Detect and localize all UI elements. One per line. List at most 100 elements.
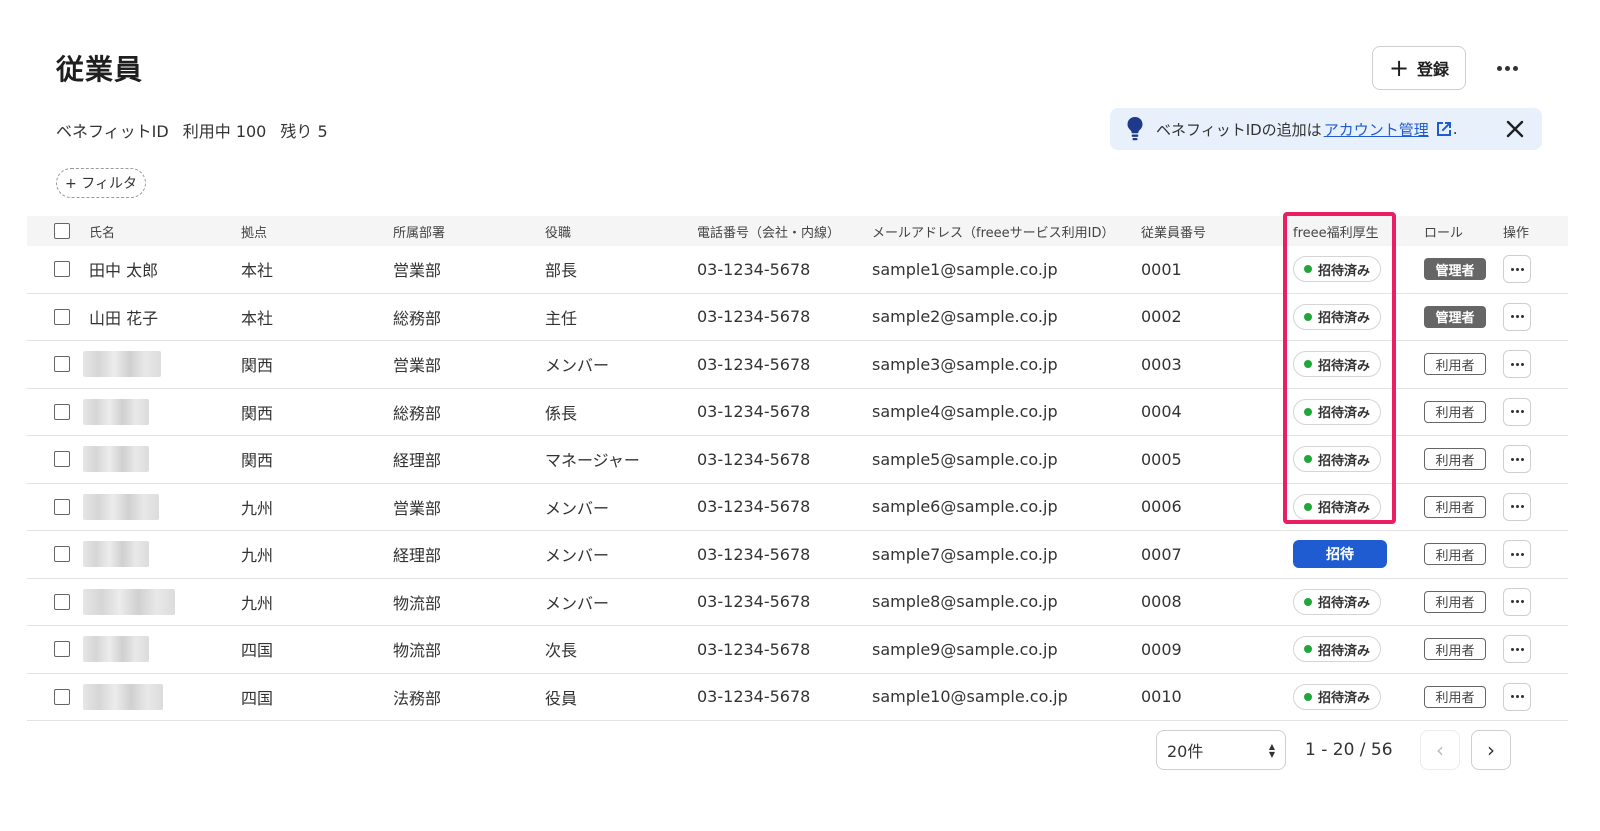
employee-name[interactable]: 山田 花子 <box>89 305 158 329</box>
invited-status-badge: 招待済み <box>1293 303 1382 330</box>
row-actions-button[interactable] <box>1503 302 1531 331</box>
invite-button[interactable]: 招待 <box>1293 540 1387 569</box>
table-row[interactable]: 関西 経理部 マネージャー 03-1234-5678 sample5@sampl… <box>27 436 1568 484</box>
per-page-value: 20件 <box>1167 742 1204 761</box>
role-badge: 管理者 <box>1424 305 1486 328</box>
table-row[interactable]: 四国 物流部 次長 03-1234-5678 sample9@sample.co… <box>27 626 1568 674</box>
row-actions-button[interactable] <box>1503 587 1531 616</box>
header-phone[interactable]: 電話番号（会社・内線） <box>697 222 840 241</box>
employee-table: 氏名 拠点 所属部署 役職 電話番号（会社・内線） メールアドレス（freeeサ… <box>27 216 1568 721</box>
employee-mail: sample2@sample.co.jp <box>872 307 1058 327</box>
employee-base: 四国 <box>241 688 274 708</box>
employee-mail: sample8@sample.co.jp <box>872 592 1058 612</box>
row-actions-button[interactable] <box>1503 540 1531 569</box>
employee-phone: 03-1234-5678 <box>697 592 811 612</box>
per-page-select[interactable]: 20件 ▲ ▼ <box>1156 730 1286 770</box>
row-checkbox[interactable] <box>54 261 70 278</box>
header-freee-benefits[interactable]: freee福利厚生 <box>1293 222 1379 241</box>
previous-page-button[interactable]: ‹ <box>1420 730 1460 770</box>
invited-status-badge: 招待済み <box>1293 636 1382 663</box>
role-badge: 利用者 <box>1424 543 1486 566</box>
employee-title: メンバー <box>545 498 610 518</box>
employee-mail: sample1@sample.co.jp <box>872 259 1058 279</box>
register-button[interactable]: + 登録 <box>1372 46 1466 90</box>
employee-name-redacted <box>83 636 149 663</box>
next-page-button[interactable]: › <box>1471 730 1511 770</box>
table-row[interactable]: 山田 花子 本社 総務部 主任 03-1234-5678 sample2@sam… <box>27 294 1568 341</box>
header-mail[interactable]: メールアドレス（freeeサービス利用ID） <box>872 222 1114 241</box>
employee-title: メンバー <box>545 593 610 613</box>
row-checkbox[interactable] <box>54 403 70 420</box>
status-label: 招待済み <box>1318 358 1371 374</box>
employee-phone: 03-1234-5678 <box>697 354 811 374</box>
header-employee-number[interactable]: 従業員番号 <box>1141 222 1206 241</box>
row-actions-button[interactable] <box>1503 397 1531 426</box>
table-row[interactable]: 九州 物流部 メンバー 03-1234-5678 sample8@sample.… <box>27 579 1568 626</box>
header-role[interactable]: ロール <box>1424 222 1463 241</box>
header-name[interactable]: 氏名 <box>89 222 115 241</box>
status-dot-icon <box>1304 692 1312 701</box>
table-row[interactable]: 四国 法務部 役員 03-1234-5678 sample10@sample.c… <box>27 674 1568 721</box>
banner-text: ベネフィットIDの追加は <box>1156 120 1322 139</box>
table-header: 氏名 拠点 所属部署 役職 電話番号（会社・内線） メールアドレス（freeeサ… <box>27 216 1568 246</box>
employee-title: 主任 <box>545 308 578 328</box>
banner-period: . <box>1452 120 1458 138</box>
row-actions-button[interactable] <box>1503 350 1531 379</box>
row-checkbox[interactable] <box>54 308 70 325</box>
invited-status-badge: 招待済み <box>1293 256 1382 283</box>
employee-dept: 総務部 <box>393 308 442 328</box>
header-dept[interactable]: 所属部署 <box>393 222 445 241</box>
status-label: 招待済み <box>1318 406 1371 422</box>
row-checkbox[interactable] <box>54 688 70 705</box>
benefit-id-in-use: 利用中 100 <box>182 122 267 141</box>
table-row[interactable]: 九州 経理部 メンバー 03-1234-5678 sample7@sample.… <box>27 531 1568 579</box>
header-title[interactable]: 役職 <box>545 222 571 241</box>
add-filter-button[interactable]: + フィルタ <box>56 168 146 198</box>
row-checkbox[interactable] <box>54 546 70 563</box>
row-checkbox[interactable] <box>54 593 70 610</box>
row-checkbox[interactable] <box>54 498 70 515</box>
more-icon <box>1510 457 1514 461</box>
employee-name-redacted <box>83 398 149 425</box>
table-row[interactable]: 九州 営業部 メンバー 03-1234-5678 sample6@sample.… <box>27 484 1568 531</box>
row-checkbox[interactable] <box>54 451 70 468</box>
status-dot-icon <box>1304 645 1312 654</box>
employee-number: 0006 <box>1141 497 1182 517</box>
employee-mail: sample3@sample.co.jp <box>872 354 1058 374</box>
row-checkbox[interactable] <box>54 356 70 373</box>
table-row[interactable]: 田中 太郎 本社 営業部 部長 03-1234-5678 sample1@sam… <box>27 246 1568 294</box>
employee-phone: 03-1234-5678 <box>697 687 811 707</box>
row-checkbox[interactable] <box>54 641 70 658</box>
employee-base: 本社 <box>241 261 274 281</box>
status-label: 招待済み <box>1318 263 1371 279</box>
employee-number: 0007 <box>1141 544 1182 564</box>
row-actions-button[interactable] <box>1503 255 1531 284</box>
table-row[interactable]: 関西 営業部 メンバー 03-1234-5678 sample3@sample.… <box>27 341 1568 389</box>
close-icon[interactable] <box>1504 118 1526 140</box>
chevron-left-icon: ‹ <box>1436 738 1444 762</box>
status-label: 招待済み <box>1318 643 1371 659</box>
row-actions-button[interactable] <box>1503 635 1531 664</box>
employee-mail: sample10@sample.co.jp <box>872 687 1068 707</box>
row-actions-button[interactable] <box>1503 682 1531 711</box>
status-dot-icon <box>1304 265 1312 274</box>
employee-mail: sample9@sample.co.jp <box>872 639 1058 659</box>
row-actions-button[interactable] <box>1503 492 1531 521</box>
employee-mail: sample4@sample.co.jp <box>872 402 1058 422</box>
row-actions-button[interactable] <box>1503 445 1531 474</box>
employee-title: 係長 <box>545 403 578 423</box>
employee-number: 0009 <box>1141 639 1182 659</box>
employee-base: 九州 <box>241 593 274 613</box>
more-icon <box>1510 505 1514 509</box>
status-dot-icon <box>1304 312 1312 321</box>
invited-status-badge: 招待済み <box>1293 683 1382 710</box>
more-menu-button[interactable] <box>1490 54 1524 82</box>
external-link-icon[interactable] <box>1435 120 1453 138</box>
employee-name[interactable]: 田中 太郎 <box>89 257 158 281</box>
account-management-link[interactable]: アカウント管理 <box>1324 119 1429 140</box>
select-all-checkbox[interactable] <box>54 223 70 239</box>
status-dot-icon <box>1304 597 1312 606</box>
table-row[interactable]: 関西 総務部 係長 03-1234-5678 sample4@sample.co… <box>27 389 1568 436</box>
header-base[interactable]: 拠点 <box>241 222 267 241</box>
employee-dept: 物流部 <box>393 593 442 613</box>
